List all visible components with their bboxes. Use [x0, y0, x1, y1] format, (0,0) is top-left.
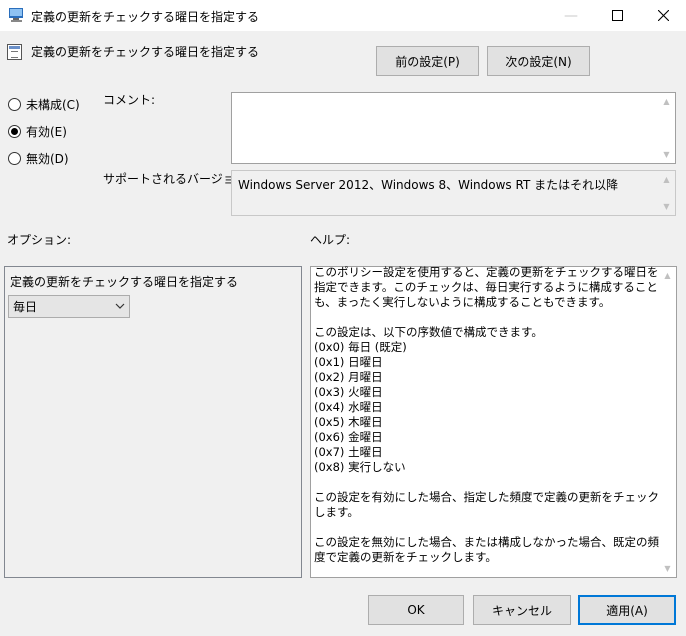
scroll-down-icon[interactable]: ▼	[658, 198, 675, 215]
help-line: (0x0) 毎日 (既定)	[314, 340, 407, 354]
chevron-down-icon	[115, 299, 125, 316]
help-line: この設定を無効にした場合、または構成しなかった場合、既定の頻度で定義の更新をチェ…	[314, 535, 659, 564]
radio-button[interactable]	[8, 125, 21, 138]
scroll-down-icon[interactable]: ▼	[659, 560, 676, 577]
scroll-down-icon[interactable]: ▼	[658, 146, 675, 163]
radio-label: 未構成(C)	[26, 98, 80, 112]
supported-on-value: Windows Server 2012、Windows 8、Windows RT…	[238, 178, 619, 192]
help-line: (0x5) 木曜日	[314, 415, 383, 429]
help-section-label: ヘルプ:	[310, 233, 351, 247]
day-dropdown[interactable]: 毎日	[8, 295, 130, 318]
help-line: このポリシー設定を使用すると、定義の更新をチェックする曜日を指定できます。このチ…	[314, 265, 659, 309]
radio-not-configured[interactable]: 未構成(C)	[8, 96, 80, 113]
policy-title: 定義の更新をチェックする曜日を指定する	[31, 45, 260, 59]
supported-on-box: Windows Server 2012、Windows 8、Windows RT…	[231, 170, 676, 216]
help-line: (0x1) 日曜日	[314, 355, 383, 369]
option-field-label: 定義の更新をチェックする曜日を指定する	[10, 275, 239, 289]
minimize-icon: —	[564, 7, 578, 24]
minimize-button[interactable]: —	[548, 0, 594, 31]
radio-disabled[interactable]: 無効(D)	[8, 150, 69, 167]
cancel-button[interactable]: キャンセル	[473, 595, 571, 625]
help-line: (0x7) 土曜日	[314, 445, 383, 459]
apply-button[interactable]: 適用(A)	[578, 595, 676, 625]
help-line: この設定を有効にした場合、指定した頻度で定義の更新をチェックします。	[314, 490, 659, 519]
next-setting-button[interactable]: 次の設定(N)	[487, 46, 590, 76]
close-icon	[657, 10, 669, 21]
help-text: このポリシー設定を使用すると、定義の更新をチェックする曜日を指定できます。このチ…	[314, 265, 659, 565]
supported-scrollbar[interactable]: ▲ ▼	[658, 171, 675, 215]
help-line: (0x3) 火曜日	[314, 385, 383, 399]
close-button[interactable]	[640, 0, 686, 31]
help-line: この設定は、以下の序数値で構成できます。	[314, 325, 543, 339]
options-section-label: オプション:	[7, 233, 72, 247]
comment-scrollbar[interactable]: ▲ ▼	[658, 93, 675, 163]
radio-enabled[interactable]: 有効(E)	[8, 123, 67, 140]
help-scrollbar[interactable]: ▲ ▼	[659, 267, 676, 577]
help-line	[314, 520, 659, 535]
help-line	[314, 475, 659, 490]
comment-label: コメント:	[103, 93, 156, 107]
help-line: (0x8) 実行しない	[314, 460, 406, 474]
help-line: (0x4) 水曜日	[314, 400, 383, 414]
scroll-up-icon[interactable]: ▲	[658, 93, 675, 110]
supported-label: サポートされるバージョン:	[103, 172, 251, 186]
scroll-up-icon[interactable]: ▲	[659, 267, 676, 284]
policy-setting-icon	[7, 44, 22, 60]
help-line: (0x2) 月曜日	[314, 370, 383, 384]
day-dropdown-value: 毎日	[13, 300, 38, 314]
radio-label: 有効(E)	[26, 125, 67, 139]
radio-button[interactable]	[8, 98, 21, 111]
prev-setting-button[interactable]: 前の設定(P)	[376, 46, 479, 76]
radio-label: 無効(D)	[26, 152, 69, 166]
help-line: (0x6) 金曜日	[314, 430, 383, 444]
radio-button[interactable]	[8, 152, 21, 165]
comment-textarea[interactable]: ▲ ▼	[231, 92, 676, 164]
policy-editor-icon	[9, 8, 23, 22]
ok-button[interactable]: OK	[368, 595, 464, 625]
help-line	[314, 310, 659, 325]
scroll-up-icon[interactable]: ▲	[658, 171, 675, 188]
window-title: 定義の更新をチェックする曜日を指定する	[31, 10, 260, 24]
maximize-icon	[611, 10, 623, 21]
maximize-button[interactable]	[594, 0, 640, 31]
